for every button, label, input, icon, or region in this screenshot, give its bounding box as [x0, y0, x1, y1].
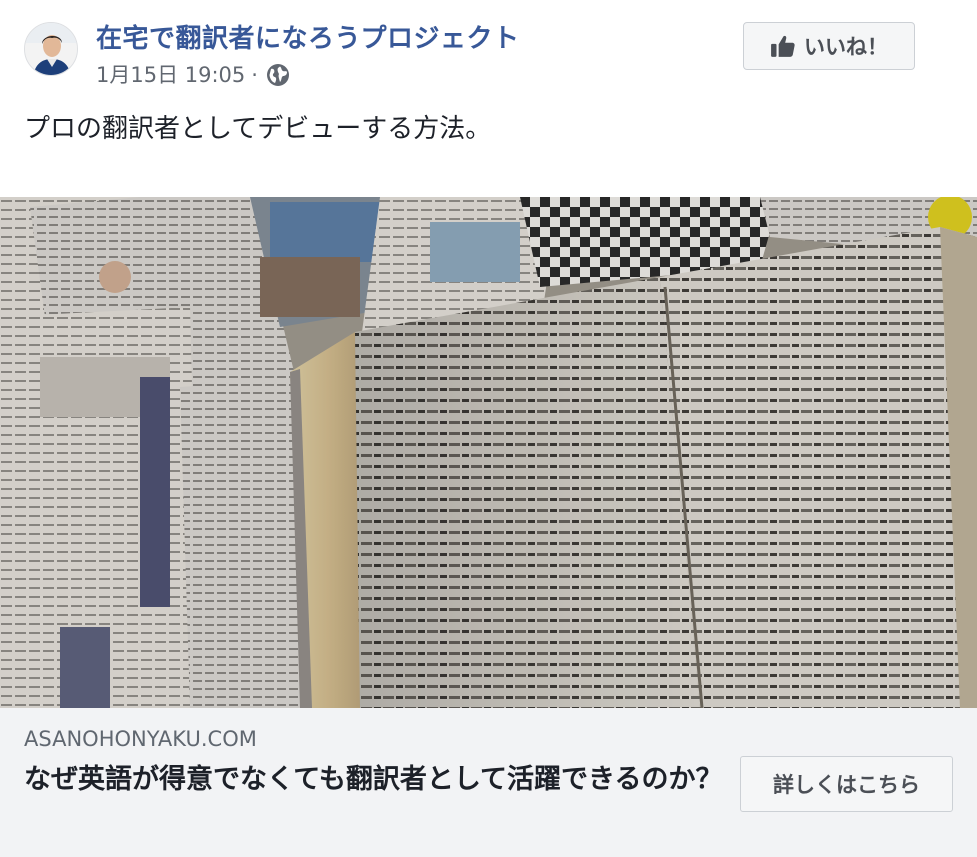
like-page-button[interactable]: いいね！	[743, 22, 915, 70]
globe-icon[interactable]	[266, 63, 290, 87]
thumbs-up-icon	[771, 35, 795, 57]
avatar-photo	[25, 23, 77, 75]
post-timestamp[interactable]: 1月15日 19:05	[96, 62, 245, 88]
learn-more-button[interactable]: 詳しくはこちら	[740, 756, 953, 812]
like-button-label: いいね！	[804, 35, 888, 59]
meta-separator: ·	[251, 63, 258, 87]
link-domain: ASANOHONYAKU.COM	[24, 727, 257, 751]
page-name-link[interactable]: 在宅で翻訳者になろうプロジェクト	[96, 23, 519, 55]
link-title[interactable]: なぜ英語が得意でなくても翻訳者として活躍できるのか？	[24, 760, 724, 800]
facebook-post-card: 在宅で翻訳者になろうプロジェクト 1月15日 19:05 · いいね！ プロの翻…	[0, 0, 977, 857]
dictionary-and-newspapers-photo	[0, 197, 977, 708]
page-avatar[interactable]	[24, 22, 78, 76]
post-meta: 1月15日 19:05 ·	[96, 62, 290, 88]
post-header: 在宅で翻訳者になろうプロジェクト 1月15日 19:05 · いいね！	[0, 0, 977, 100]
post-message: プロの翻訳者としてデビューする方法。	[24, 114, 492, 144]
link-preview-image[interactable]	[0, 197, 977, 708]
